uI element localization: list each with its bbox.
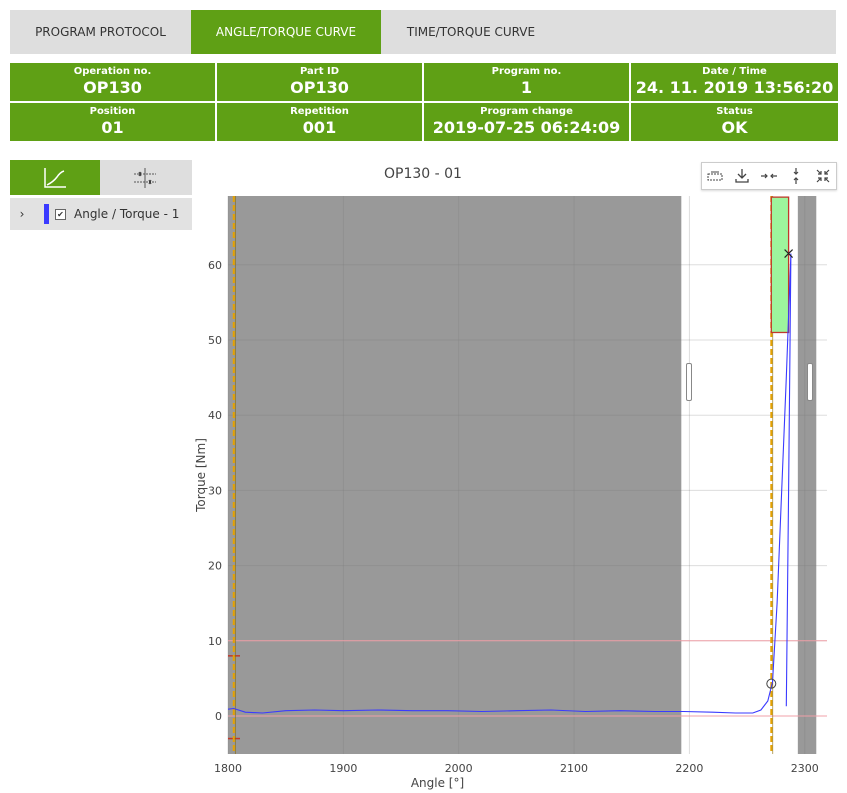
y-axis-label: Torque [Nm] [194,438,208,513]
y-tick-label: 30 [208,484,222,497]
x-tick-label: 1800 [214,762,242,775]
y-tick-label: 0 [215,710,222,723]
x-tick-label: 2000 [445,762,473,775]
y-tick-label: 50 [208,334,222,347]
x-axis-label: Angle [°] [411,776,464,790]
y-tick-label: 20 [208,560,222,573]
y-tick-label: 40 [208,409,222,422]
y-tick-label: 60 [208,259,222,272]
gray-region [797,196,817,754]
torque-window [770,196,790,334]
gray-region [228,196,682,754]
y-tick-label: 10 [208,635,222,648]
range-handle-right[interactable] [807,363,813,401]
x-tick-label: 2300 [791,762,819,775]
chart-plot[interactable]: 1800 1900 2000 2100 2200 2300 0 10 20 30 40 50 60 Ang… [0,0,847,793]
x-tick-label: 1900 [329,762,357,775]
x-tick-label: 2200 [675,762,703,775]
range-handle-left[interactable] [686,363,692,401]
x-tick-label: 2100 [560,762,588,775]
